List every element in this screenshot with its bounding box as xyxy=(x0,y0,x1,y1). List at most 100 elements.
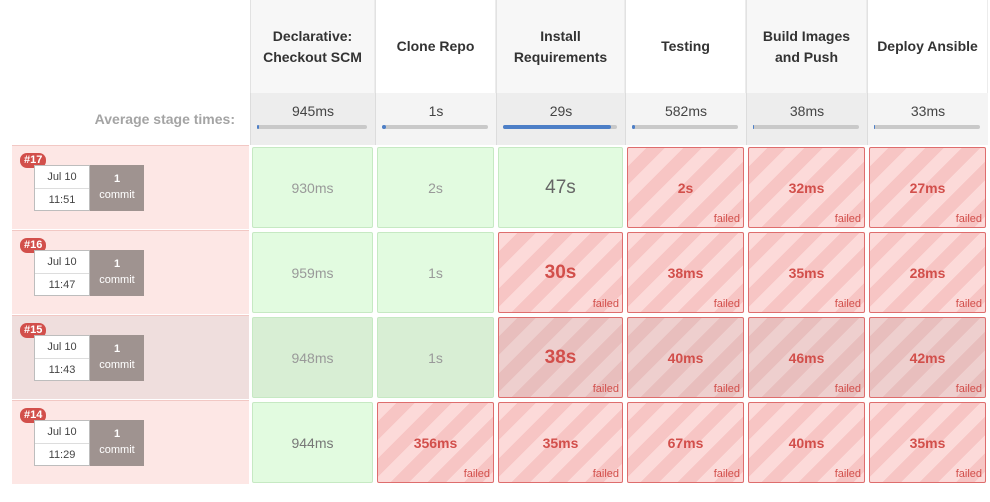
stage-status-label: failed xyxy=(955,298,982,310)
average-time-value: 1s xyxy=(428,103,444,119)
build-date: Jul 10 xyxy=(35,421,89,444)
stage-cell[interactable]: 27ms failed xyxy=(869,147,986,228)
stage-status-label: failed xyxy=(834,298,861,310)
average-progress-bar xyxy=(632,125,738,129)
stage-duration: 27ms xyxy=(909,179,946,196)
stage-duration: 46ms xyxy=(788,349,825,366)
stage-header-3[interactable]: Install Requirements xyxy=(496,0,625,93)
stage-header-1[interactable]: Declarative: Checkout SCM xyxy=(250,0,375,93)
build-time: 11:51 xyxy=(48,194,76,206)
commit-count-button[interactable]: 1 commit xyxy=(90,335,144,381)
stage-cell[interactable]: 30s failed xyxy=(498,232,623,313)
stage-cell[interactable]: 38ms failed xyxy=(627,232,744,313)
stage-status-label: failed xyxy=(834,213,861,225)
stage-cell[interactable]: 40ms failed xyxy=(748,402,865,483)
stage-duration: 959ms xyxy=(291,264,334,281)
build-date-time: Jul 10 11:47 xyxy=(34,250,90,296)
stage-duration: 35ms xyxy=(909,434,946,451)
build-date-time: Jul 10 11:29 xyxy=(34,420,90,466)
commit-count-button[interactable]: 1 commit xyxy=(90,165,144,211)
stage-header-label: Declarative: Checkout SCM xyxy=(263,27,362,65)
build-date-time: Jul 10 11:43 xyxy=(34,335,90,381)
stage-cell[interactable]: 2s xyxy=(377,147,494,228)
stage-status-label: failed xyxy=(955,213,982,225)
average-progress-bar xyxy=(257,125,367,129)
stage-cell[interactable]: 959ms xyxy=(252,232,373,313)
stage-duration: 35ms xyxy=(542,434,579,451)
build-date: Jul 10 xyxy=(35,336,89,359)
average-progress-fill xyxy=(257,125,260,129)
stage-header-label: Testing xyxy=(661,38,710,54)
stage-duration: 28ms xyxy=(909,264,946,281)
commit-count: 1 xyxy=(113,343,121,355)
commit-count-button[interactable]: 1 commit xyxy=(90,250,144,296)
stage-cell[interactable]: 38s failed xyxy=(498,317,623,398)
stage-cell[interactable]: 35ms failed xyxy=(869,402,986,483)
stage-status-label: failed xyxy=(955,468,982,480)
stage-cell[interactable]: 1s xyxy=(377,317,494,398)
build-date-time: Jul 10 11:51 xyxy=(34,165,90,211)
stage-cell[interactable]: 47s xyxy=(498,147,623,228)
average-time-2: 1s xyxy=(375,93,496,145)
stage-header-4[interactable]: Testing xyxy=(625,0,746,93)
stage-duration: 35ms xyxy=(788,264,825,281)
commit-word: commit xyxy=(99,444,135,456)
stage-cell[interactable]: 948ms xyxy=(252,317,373,398)
stage-duration: 40ms xyxy=(788,434,825,451)
average-progress-bar xyxy=(503,125,617,129)
average-time-value: 582ms xyxy=(664,103,708,119)
average-progress-bar xyxy=(753,125,859,129)
stage-status-label: failed xyxy=(592,383,619,395)
average-progress-fill xyxy=(503,125,612,129)
average-time-6: 33ms xyxy=(867,93,988,145)
stage-cell[interactable]: 35ms failed xyxy=(748,232,865,313)
commit-count-button[interactable]: 1 commit xyxy=(90,420,144,466)
stage-header-5[interactable]: Build Images and Push xyxy=(746,0,867,93)
average-time-value: 29s xyxy=(549,103,573,119)
stage-status-label: failed xyxy=(955,383,982,395)
average-progress-fill xyxy=(632,125,636,129)
stage-duration: 944ms xyxy=(291,434,334,451)
stage-duration: 2s xyxy=(428,179,443,196)
stage-cell[interactable]: 35ms failed xyxy=(498,402,623,483)
stage-cell[interactable]: 2s failed xyxy=(627,147,744,228)
stage-cell[interactable]: 67ms failed xyxy=(627,402,744,483)
stage-cell[interactable]: 28ms failed xyxy=(869,232,986,313)
stage-status-label: failed xyxy=(834,383,861,395)
stage-header-6[interactable]: Deploy Ansible xyxy=(867,0,988,93)
stage-status-label: failed xyxy=(713,383,740,395)
average-time-1: 945ms xyxy=(250,93,375,145)
stage-status-label: failed xyxy=(463,468,490,480)
stage-duration: 42ms xyxy=(909,349,946,366)
stage-duration: 356ms xyxy=(413,434,458,451)
stage-cell[interactable]: 42ms failed xyxy=(869,317,986,398)
stage-duration: 40ms xyxy=(667,349,704,366)
stage-cell[interactable]: 32ms failed xyxy=(748,147,865,228)
stage-cell[interactable]: 46ms failed xyxy=(748,317,865,398)
stage-duration: 67ms xyxy=(667,434,704,451)
stage-cell[interactable]: 944ms xyxy=(252,402,373,483)
average-time-value: 945ms xyxy=(291,103,335,119)
average-time-value: 38ms xyxy=(789,103,825,119)
commit-word: commit xyxy=(99,274,135,286)
commit-word: commit xyxy=(99,359,135,371)
average-time-5: 38ms xyxy=(746,93,867,145)
stage-status-label: failed xyxy=(713,298,740,310)
average-progress-fill xyxy=(874,125,876,129)
stage-status-label: failed xyxy=(834,468,861,480)
stage-header-2[interactable]: Clone Repo xyxy=(375,0,496,93)
build-time: 11:43 xyxy=(48,364,76,376)
average-time-3: 29s xyxy=(496,93,625,145)
commit-count: 1 xyxy=(113,258,121,270)
commit-count: 1 xyxy=(113,428,121,440)
stage-cell[interactable]: 356ms failed xyxy=(377,402,494,483)
stage-header-label: Install Requirements xyxy=(513,27,608,65)
average-time-4: 582ms xyxy=(625,93,746,145)
stage-cell[interactable]: 930ms xyxy=(252,147,373,228)
average-progress-fill xyxy=(382,125,387,129)
stage-status-label: failed xyxy=(592,468,619,480)
stage-cell[interactable]: 1s xyxy=(377,232,494,313)
commit-word: commit xyxy=(99,189,135,201)
stage-cell[interactable]: 40ms failed xyxy=(627,317,744,398)
build-time: 11:29 xyxy=(48,449,76,461)
